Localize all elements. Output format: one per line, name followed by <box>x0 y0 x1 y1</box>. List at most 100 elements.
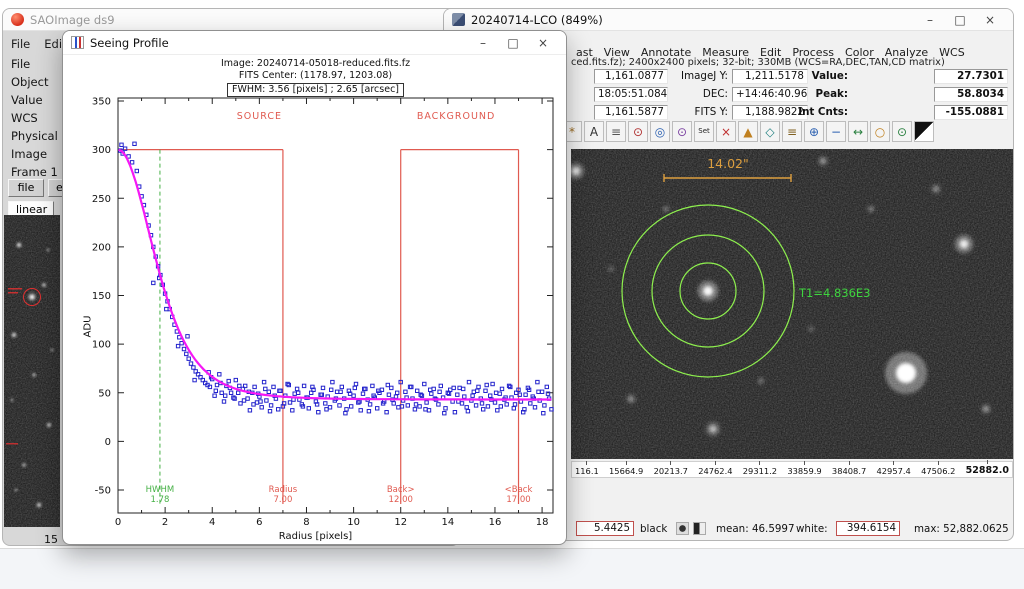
astroimagej-app-icon <box>452 13 465 26</box>
profile-plot-icon-glyph: ▲ <box>743 126 752 138</box>
lco-maximize-button[interactable]: □ <box>945 13 975 27</box>
int-cnts-field[interactable]: -155.0881 <box>934 105 1008 120</box>
desktop: SAOImage ds9 FileEdit FileObjectValueWCS… <box>0 0 1024 589</box>
svg-text:1.78: 1.78 <box>150 495 169 505</box>
zoom-out-icon-glyph: − <box>831 126 841 138</box>
imagej-y-label: ImageJ Y: <box>670 69 728 84</box>
intensity-scale-strip[interactable]: 116.115664.920213.724762.429311.233859.9… <box>571 461 1013 478</box>
measure-label: 14.02" <box>707 156 749 171</box>
seeing-profile-window: Seeing Profile – □ × Image: 20240714-050… <box>62 30 567 545</box>
svg-text:0: 0 <box>105 437 111 448</box>
astrometry-icon[interactable]: ◇ <box>760 121 780 142</box>
svg-text:Radius: Radius <box>269 485 298 495</box>
value-field[interactable]: 27.7301 <box>934 69 1008 84</box>
text-tool-icon[interactable]: A <box>584 121 604 142</box>
overlay-list-icon[interactable]: ≡ <box>606 121 626 142</box>
lco-close-button[interactable]: × <box>975 13 1005 27</box>
overlay-list-icon-glyph: ≡ <box>611 126 621 138</box>
ds9-colorbar-value: 15 <box>44 533 58 546</box>
scale-tick: 20213.7 <box>654 461 688 476</box>
plot-title-image: Image: 20240714-05018-reduced.fits.fz <box>63 58 567 70</box>
svg-text:HWHM: HWHM <box>146 485 175 495</box>
contrast-swatch-icon[interactable] <box>914 121 934 142</box>
dialog-minimize-button[interactable]: – <box>468 36 498 50</box>
svg-text:350: 350 <box>92 97 111 108</box>
imagej-x-field[interactable]: 1,161.0877 <box>594 69 668 84</box>
taskbar: USD/CNY +0.13% ∧ <box>0 548 1024 589</box>
table-icon[interactable]: ≡ <box>782 121 802 142</box>
y-axis-label: ADU <box>82 316 93 338</box>
white-label: white: <box>796 521 828 537</box>
black-label: black <box>640 521 667 537</box>
zoom-out-icon[interactable]: − <box>826 121 846 142</box>
svg-text:<Back: <Back <box>505 485 533 495</box>
centroid-icon[interactable]: ⊙ <box>892 121 912 142</box>
scale-tick: 116.1 <box>575 461 599 476</box>
zoom-in-icon-glyph: ⊕ <box>809 126 819 138</box>
svg-text:4: 4 <box>209 517 215 528</box>
contrast-icon[interactable] <box>693 522 706 535</box>
annulus-icon[interactable]: ◎ <box>650 121 670 142</box>
svg-text:250: 250 <box>92 194 111 205</box>
lco-menubar: astViewAnnotateMeasureEditProcessColorAn… <box>576 41 976 57</box>
t1-label: T1=4.836E3 <box>798 286 870 300</box>
profile-plot-icon[interactable]: ▲ <box>738 121 758 142</box>
scale-tick: 24762.4 <box>698 461 732 476</box>
svg-text:2: 2 <box>162 517 168 528</box>
aperture-icon[interactable]: ⊙ <box>628 121 648 142</box>
int-cnts-label: Int Cnts: <box>784 105 848 120</box>
lco-minimize-button[interactable]: – <box>915 13 945 27</box>
white-level-field[interactable]: 394.6154 <box>836 521 900 536</box>
ds9-file-button[interactable]: file <box>8 179 44 197</box>
seeing-profile-title: Seeing Profile <box>90 36 169 50</box>
set-aperture-icon[interactable]: Set <box>694 121 714 142</box>
scale-tick: 47506.2 <box>921 461 955 476</box>
svg-text:8: 8 <box>303 517 309 528</box>
value-label: Value: <box>784 69 848 84</box>
max-value: max: 52,882.0625 <box>914 521 1009 537</box>
brightness-icon[interactable] <box>676 522 689 535</box>
plot-title-center: FITS Center: (1178.97, 1203.08) <box>63 70 567 82</box>
black-level-field[interactable]: 5.4425 <box>576 521 634 536</box>
svg-text:300: 300 <box>92 145 111 156</box>
svg-text:12: 12 <box>394 517 407 528</box>
svg-text:18: 18 <box>536 517 549 528</box>
peak-field[interactable]: 58.8034 <box>934 87 1008 102</box>
ds9-image-strip[interactable] <box>4 215 60 527</box>
ds9-titlebar[interactable]: SAOImage ds9 <box>3 9 459 31</box>
scale-tick: 52882.0 <box>966 460 1009 476</box>
scale-tick: 29311.2 <box>743 461 777 476</box>
zoom-in-icon[interactable]: ⊕ <box>804 121 824 142</box>
dialog-close-button[interactable]: × <box>528 36 558 50</box>
delete-aperture-icon-glyph: × <box>721 126 731 138</box>
multi-aperture-icon[interactable]: ⊙ <box>672 121 692 142</box>
image-canvas[interactable]: 14.02" T1=4.836E3 <box>571 149 1013 459</box>
svg-text:7.00: 7.00 <box>273 495 292 505</box>
svg-text:-50: -50 <box>95 486 111 497</box>
delete-aperture-icon[interactable]: × <box>716 121 736 142</box>
aperture-icon-glyph: ⊙ <box>633 126 643 138</box>
pan-icon[interactable]: ↔ <box>848 121 868 142</box>
guide-icon-glyph: ○ <box>875 126 885 138</box>
scale-tick: 33859.9 <box>787 461 821 476</box>
text-tool-icon-glyph: A <box>590 126 598 138</box>
ds9-menu-item[interactable]: File <box>11 37 30 51</box>
svg-text:150: 150 <box>92 291 111 302</box>
seeing-profile-titlebar[interactable]: Seeing Profile – □ × <box>63 31 566 55</box>
seeing-profile-plot: 350300250200150100500-50024681012141618R… <box>63 55 567 545</box>
set-aperture-icon-glyph: Set <box>698 128 710 135</box>
svg-text:Back>: Back> <box>387 485 415 495</box>
guide-icon[interactable]: ○ <box>870 121 890 142</box>
svg-text:16: 16 <box>489 517 502 528</box>
fits-x-field[interactable]: 1,161.5877 <box>594 105 668 120</box>
mean-value: mean: 46.5997 <box>716 521 795 537</box>
svg-text:SOURCE: SOURCE <box>237 111 282 122</box>
dialog-maximize-button[interactable]: □ <box>498 36 528 50</box>
pan-icon-glyph: ↔ <box>853 126 863 138</box>
annulus-icon-glyph: ◎ <box>655 126 665 138</box>
ra-field[interactable]: 18:05:51.084 <box>594 87 668 102</box>
svg-text:14: 14 <box>441 517 454 528</box>
seeing-profile-icon <box>71 36 84 49</box>
lco-titlebar[interactable]: 20240714-LCO (849%) – □ × <box>444 9 1013 31</box>
wand-icon-glyph: * <box>569 126 575 138</box>
